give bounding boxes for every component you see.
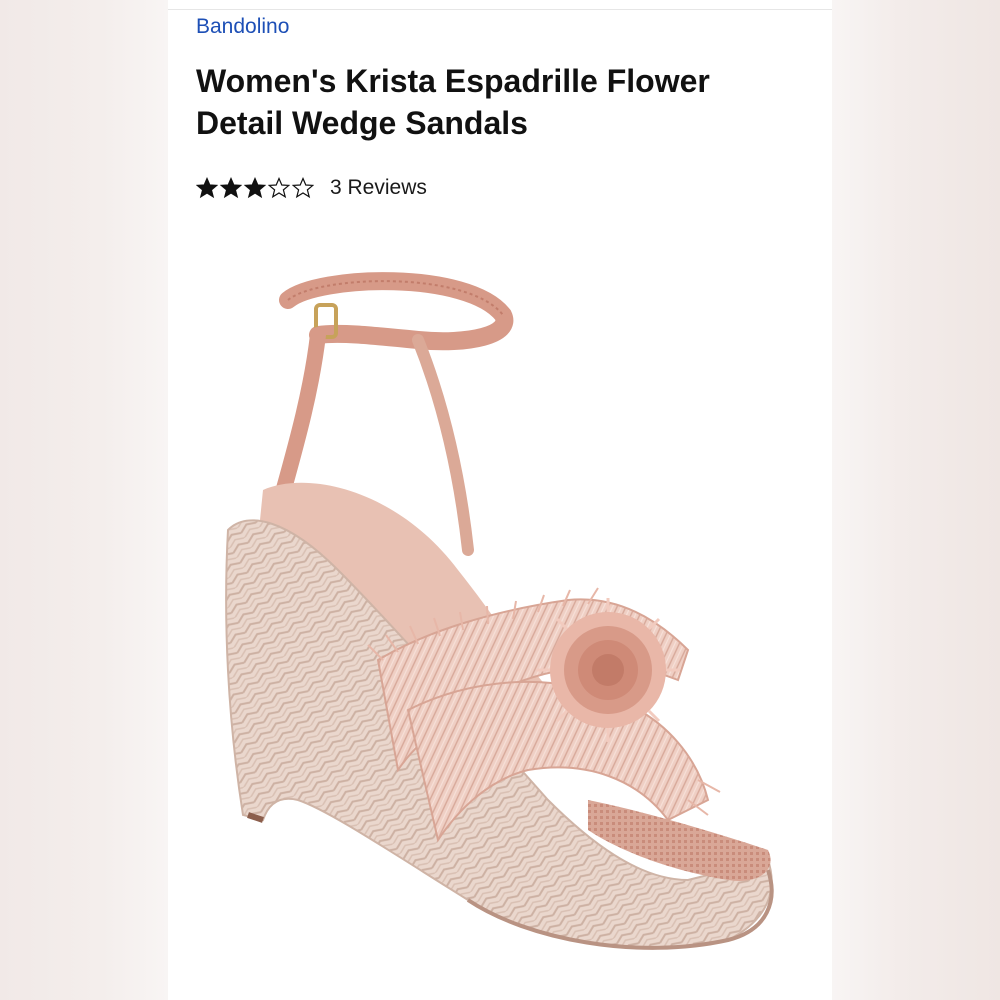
star-filled-icon — [244, 177, 266, 199]
top-divider — [168, 9, 832, 10]
wedge-sandal-illustration — [225, 272, 774, 950]
product-image[interactable] — [168, 240, 832, 1000]
product-card: Bandolino Women's Krista Espadrille Flow… — [168, 0, 832, 1000]
star-filled-icon — [220, 177, 242, 199]
reviews-count-link[interactable]: 3 Reviews — [330, 176, 427, 200]
rating-summary[interactable]: 3 Reviews — [196, 176, 427, 200]
background-left-blur — [0, 0, 168, 1000]
brand-link[interactable]: Bandolino — [196, 15, 289, 39]
raffia-flower — [536, 598, 680, 742]
star-filled-icon — [196, 177, 218, 199]
background-right-blur — [832, 0, 1000, 1000]
star-rating — [196, 177, 314, 199]
star-empty-icon — [268, 177, 290, 199]
star-empty-icon — [292, 177, 314, 199]
product-title: Women's Krista Espadrille Flower Detail … — [196, 63, 710, 141]
